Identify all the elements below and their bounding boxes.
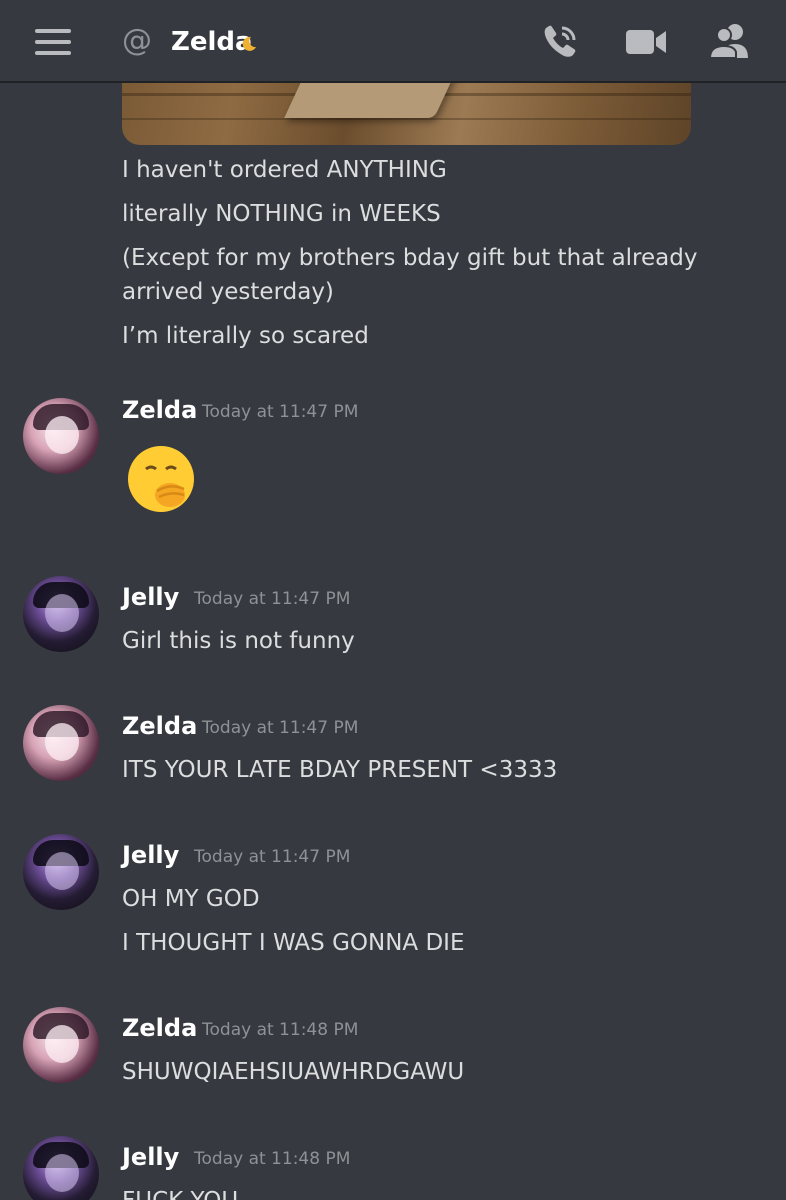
video-camera-icon[interactable] xyxy=(625,28,667,56)
timestamp: Today at 11:47 PM xyxy=(194,847,351,867)
menu-icon[interactable] xyxy=(35,29,71,55)
message-list[interactable]: I haven't ordered ANYTHING literally NOT… xyxy=(0,83,786,1200)
members-icon[interactable] xyxy=(708,22,752,60)
author-name[interactable]: Zelda xyxy=(122,710,197,742)
timestamp: Today at 11:47 PM xyxy=(202,402,359,422)
avatar[interactable] xyxy=(23,576,99,652)
channel-header: @ Zelda xyxy=(0,0,786,83)
message-text: ITS YOUR LATE BDAY PRESENT <3333 xyxy=(122,757,558,783)
phone-call-icon[interactable] xyxy=(540,22,580,62)
timestamp: Today at 11:47 PM xyxy=(194,589,351,609)
message-text: (Except for my brothers bday gift but th… xyxy=(122,245,698,305)
timestamp: Today at 11:47 PM xyxy=(202,718,359,738)
message-text: literally NOTHING in WEEKS xyxy=(122,201,441,227)
image-attachment[interactable] xyxy=(122,83,691,145)
avatar[interactable] xyxy=(23,1007,99,1083)
hand-over-mouth-emoji xyxy=(128,446,194,512)
message-text: I THOUGHT I WAS GONNA DIE xyxy=(122,930,465,956)
author-name[interactable]: Zelda xyxy=(122,1012,197,1044)
message-text: SHUWQIAEHSIUAWHRDGAWU xyxy=(122,1059,465,1085)
author-name[interactable]: Jelly xyxy=(122,839,179,871)
avatar[interactable] xyxy=(23,705,99,781)
author-name[interactable]: Zelda xyxy=(122,394,197,426)
at-icon: @ xyxy=(122,23,152,58)
avatar[interactable] xyxy=(23,1136,99,1200)
timestamp: Today at 11:48 PM xyxy=(194,1149,351,1169)
author-name[interactable]: Jelly xyxy=(122,1141,179,1173)
moon-icon xyxy=(242,36,256,51)
avatar[interactable] xyxy=(23,398,99,474)
timestamp: Today at 11:48 PM xyxy=(202,1020,359,1040)
author-name[interactable]: Jelly xyxy=(122,581,179,613)
message-text: I haven't ordered ANYTHING xyxy=(122,157,447,183)
message-text: FUCK YOU xyxy=(122,1184,238,1200)
avatar[interactable] xyxy=(23,834,99,910)
message-text: Girl this is not funny xyxy=(122,628,355,654)
message-text: I’m literally so scared xyxy=(122,323,369,349)
message-text: OH MY GOD xyxy=(122,886,260,912)
